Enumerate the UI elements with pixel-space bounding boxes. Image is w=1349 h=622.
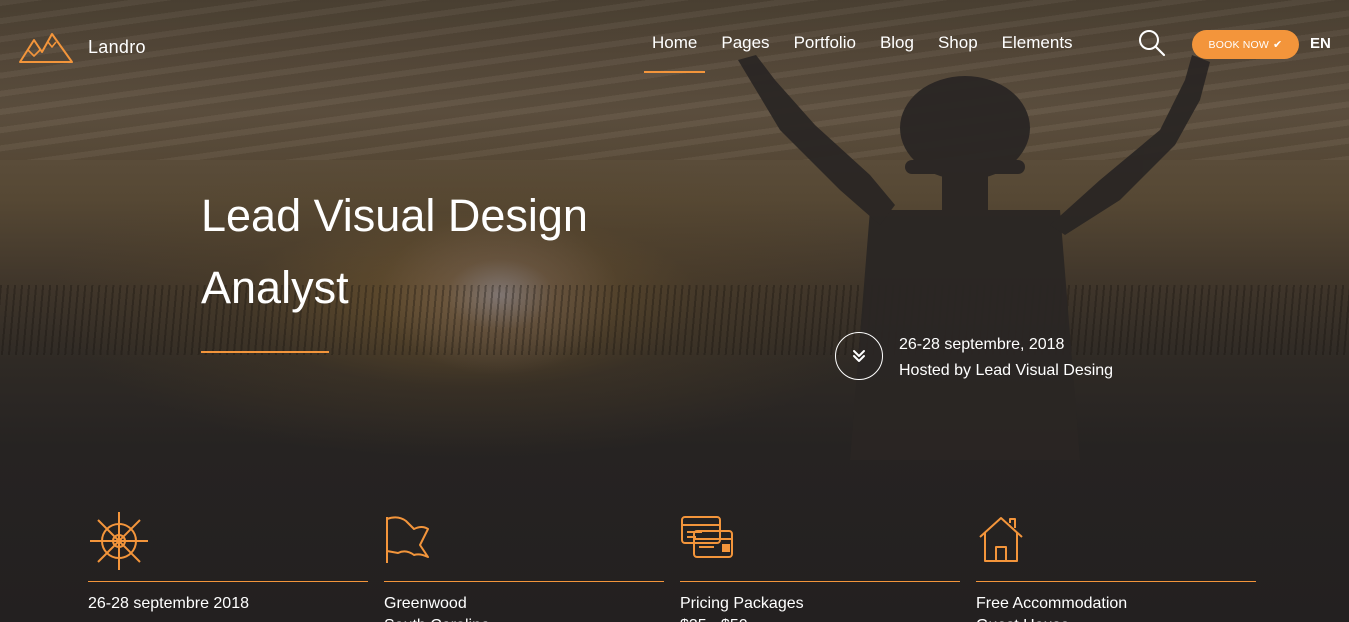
hero-background-silhouette xyxy=(738,55,1210,460)
event-info: 26-28 septembre, 2018 Hosted by Lead Vis… xyxy=(899,332,1113,384)
ship-wheel-icon xyxy=(90,512,148,570)
nav-item-shop[interactable]: Shop xyxy=(938,33,978,61)
feature-location: Greenwood South Carolina xyxy=(384,510,664,622)
book-now-button[interactable]: BOOK NOW ✔ xyxy=(1192,30,1299,59)
nav-item-pages[interactable]: Pages xyxy=(721,33,769,61)
feature-subtitle: South Carolina xyxy=(384,614,664,622)
nav-item-home[interactable]: Home xyxy=(643,33,706,73)
feature-title: 26-28 septembre 2018 xyxy=(88,595,249,612)
feature-divider xyxy=(680,581,960,582)
book-now-label: BOOK NOW xyxy=(1208,38,1270,51)
features-row: 26-28 septembre 2018 Greenwood South Car… xyxy=(88,510,1272,622)
language-switch[interactable]: EN xyxy=(1310,35,1331,52)
double-chevron-down-icon xyxy=(853,350,865,362)
feature-divider xyxy=(384,581,664,582)
flag-icon xyxy=(386,516,429,563)
feature-accommodation: Free Accommodation Guest House xyxy=(976,510,1256,622)
event-host: Hosted by Lead Visual Desing xyxy=(899,362,1114,379)
brand-logo[interactable]: Landro xyxy=(18,30,146,64)
check-icon: ✔ xyxy=(1273,39,1283,51)
feature-title: Free Accommodation xyxy=(976,595,1128,612)
scroll-down-button[interactable] xyxy=(835,332,883,380)
feature-title: Greenwood xyxy=(384,595,467,612)
feature-pricing: Pricing Packages $35 - $50 xyxy=(680,510,960,622)
nav-item-elements[interactable]: Elements xyxy=(1002,33,1073,61)
feature-divider xyxy=(976,581,1256,582)
mountain-logo-icon xyxy=(19,33,73,63)
feature-subtitle: Guest House xyxy=(976,614,1256,622)
house-icon xyxy=(979,517,1023,562)
feature-date: 26-28 septembre 2018 xyxy=(88,510,368,622)
hero-title: Lead Visual Design Analyst xyxy=(201,190,588,313)
landing-page: Landro Home Pages Portfolio Blog Shop El… xyxy=(0,0,1349,622)
brand-name: Landro xyxy=(88,36,146,57)
credit-cards-icon xyxy=(681,516,733,558)
hero-title-underline xyxy=(201,351,329,353)
feature-subtitle: $35 - $50 xyxy=(680,614,960,622)
main-nav: Home Pages Portfolio Blog Shop Elements xyxy=(643,33,1097,73)
feature-title: Pricing Packages xyxy=(680,595,804,612)
search-icon[interactable] xyxy=(1138,29,1166,62)
nav-item-portfolio[interactable]: Portfolio xyxy=(794,33,856,61)
event-date: 26-28 septembre, 2018 xyxy=(899,336,1065,353)
feature-divider xyxy=(88,581,368,582)
site-header: Landro Home Pages Portfolio Blog Shop El… xyxy=(0,0,1349,90)
nav-item-blog[interactable]: Blog xyxy=(880,33,914,61)
